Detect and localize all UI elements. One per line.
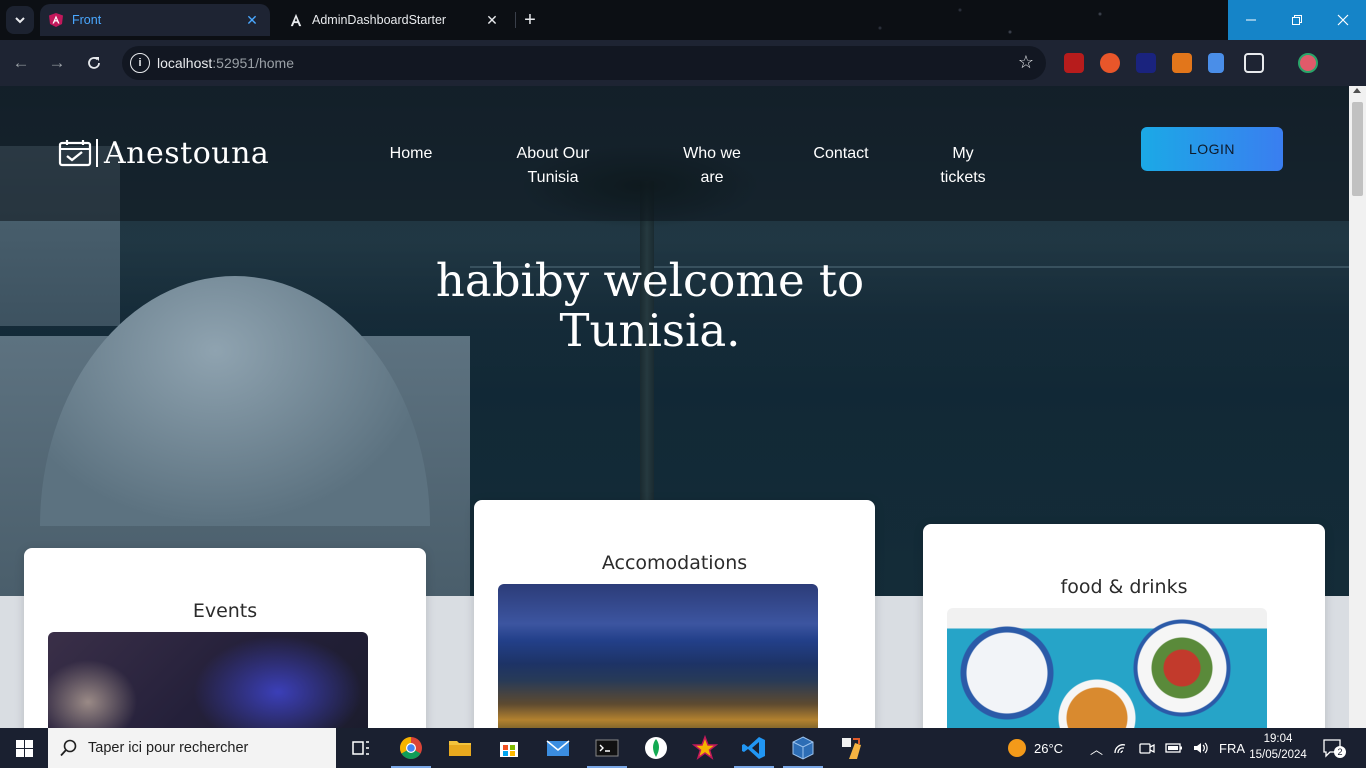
site-logo[interactable]: Anestouna (58, 134, 269, 172)
target-extension-icon[interactable] (1100, 53, 1120, 73)
food-image (947, 608, 1267, 728)
minimize-button[interactable] (1228, 0, 1274, 40)
scroll-thumb[interactable] (1352, 102, 1363, 196)
card-title: food & drinks (1060, 576, 1188, 598)
logo-text: Anestouna (104, 135, 270, 171)
page-scrollbar[interactable] (1349, 86, 1366, 728)
chevron-down-icon (15, 17, 25, 24)
search-placeholder: Taper ici pour rechercher (88, 740, 249, 756)
close-window-button[interactable] (1320, 0, 1366, 40)
tab-title: Front (72, 13, 102, 27)
back-arrow-icon[interactable]: ← (10, 52, 32, 74)
pdf-extension-icon[interactable] (1064, 53, 1084, 73)
file-explorer-icon[interactable] (447, 735, 473, 761)
search-icon (60, 739, 77, 757)
windows-logo-icon (15, 739, 33, 757)
nav-my-tickets[interactable]: My tickets (928, 142, 998, 190)
angular-favicon-icon (288, 12, 304, 28)
chevron-up-icon[interactable]: ︿ (1090, 739, 1103, 758)
battery-icon[interactable] (1165, 741, 1183, 755)
start-button[interactable] (0, 728, 48, 768)
input-language[interactable]: FRA (1219, 741, 1245, 756)
nav-contact[interactable]: Contact (804, 142, 878, 166)
taskbar-search[interactable]: Taper ici pour rechercher (48, 728, 336, 768)
mongodb-compass-icon[interactable] (643, 735, 669, 761)
notification-count: 2 (1334, 746, 1346, 758)
login-button[interactable]: LOGIN (1141, 127, 1283, 171)
store-icon[interactable] (496, 735, 522, 761)
vscode-icon[interactable] (741, 735, 767, 761)
network-icon[interactable] (1113, 741, 1129, 755)
card-title: Events (192, 600, 258, 622)
mail-icon[interactable] (545, 735, 571, 761)
app-icon[interactable] (839, 735, 865, 761)
profile-avatar[interactable] (1298, 53, 1318, 73)
ticket-calendar-icon (58, 140, 92, 167)
page-viewport: Anestouna Home About Our Tunisia Who we ar… (0, 86, 1349, 728)
tab-separator (515, 12, 516, 28)
card-food-drinks[interactable]: food & drinks (923, 524, 1325, 728)
scroll-up-arrow-icon[interactable] (1353, 88, 1361, 93)
clock-time: 19:04 (1263, 733, 1293, 745)
logo-divider (96, 139, 98, 167)
browser-toolbar: ← → i localhost:52951/home ☆ ··· (0, 40, 1366, 116)
metamask-extension-icon[interactable] (1172, 53, 1192, 73)
close-tab-icon[interactable]: ✕ (244, 12, 260, 28)
hero-title: habiby welcome to Tunisia. (435, 254, 865, 357)
weather-widget[interactable]: 26°C (1008, 728, 1063, 768)
events-image (48, 632, 368, 728)
browser-tab-bar: Front ✕ AdminDashboardStarter ✕ + (0, 0, 1366, 40)
tab-front[interactable]: Front ✕ (40, 4, 270, 36)
tab-title: AdminDashboardStarter (312, 13, 447, 27)
chrome-icon[interactable] (398, 735, 424, 761)
bookmark-star-icon[interactable]: ☆ (1018, 52, 1034, 73)
tab-search-button[interactable] (6, 6, 34, 34)
minimize-icon (1246, 19, 1256, 21)
reload-icon[interactable] (83, 52, 105, 74)
restore-icon (1292, 15, 1302, 25)
forward-arrow-icon[interactable]: → (46, 52, 68, 74)
url-text: localhost:52951/home (157, 55, 294, 71)
nav-about-tunisia[interactable]: About Our Tunisia (508, 142, 598, 190)
address-bar[interactable]: i localhost:52951/home ☆ (122, 46, 1046, 80)
nav-who-we-are[interactable]: Who we are (672, 142, 752, 190)
task-view-icon[interactable] (348, 735, 374, 761)
document-extension-icon[interactable] (1208, 53, 1224, 73)
clock[interactable]: 19:04 15/05/2024 (1246, 731, 1310, 763)
terminal-icon[interactable] (594, 735, 620, 761)
notifications-button[interactable]: 2 (1322, 738, 1346, 758)
tab-admin-dashboard[interactable]: AdminDashboardStarter ✕ (280, 4, 510, 36)
close-tab-icon[interactable]: ✕ (484, 12, 500, 28)
site-info-icon[interactable]: i (130, 53, 150, 73)
accommodations-image (498, 584, 818, 728)
new-tab-button[interactable]: + (518, 8, 542, 32)
clock-date: 15/05/2024 (1249, 749, 1307, 761)
nav-home[interactable]: Home (380, 142, 442, 166)
volume-icon[interactable] (1193, 741, 1209, 755)
virtualbox-icon[interactable] (790, 735, 816, 761)
card-title: Accomodations (601, 552, 748, 574)
colorful-star-app-icon[interactable] (691, 734, 719, 761)
card-events[interactable]: Events (24, 548, 426, 728)
card-accommodations[interactable]: Accomodations (474, 500, 875, 728)
sun-icon (1008, 739, 1026, 757)
camera-icon[interactable] (1139, 741, 1155, 755)
taskbar: Taper ici pour rechercher 26°C ︿ FRA 19:… (0, 728, 1366, 768)
system-tray: ︿ FRA (1090, 728, 1245, 768)
temperature: 26°C (1034, 740, 1064, 756)
extensions-puzzle-icon[interactable] (1244, 53, 1264, 73)
restore-button[interactable] (1274, 0, 1320, 40)
wave-extension-icon[interactable] (1136, 53, 1156, 73)
close-icon (1337, 14, 1349, 26)
angular-favicon-icon (48, 12, 64, 28)
